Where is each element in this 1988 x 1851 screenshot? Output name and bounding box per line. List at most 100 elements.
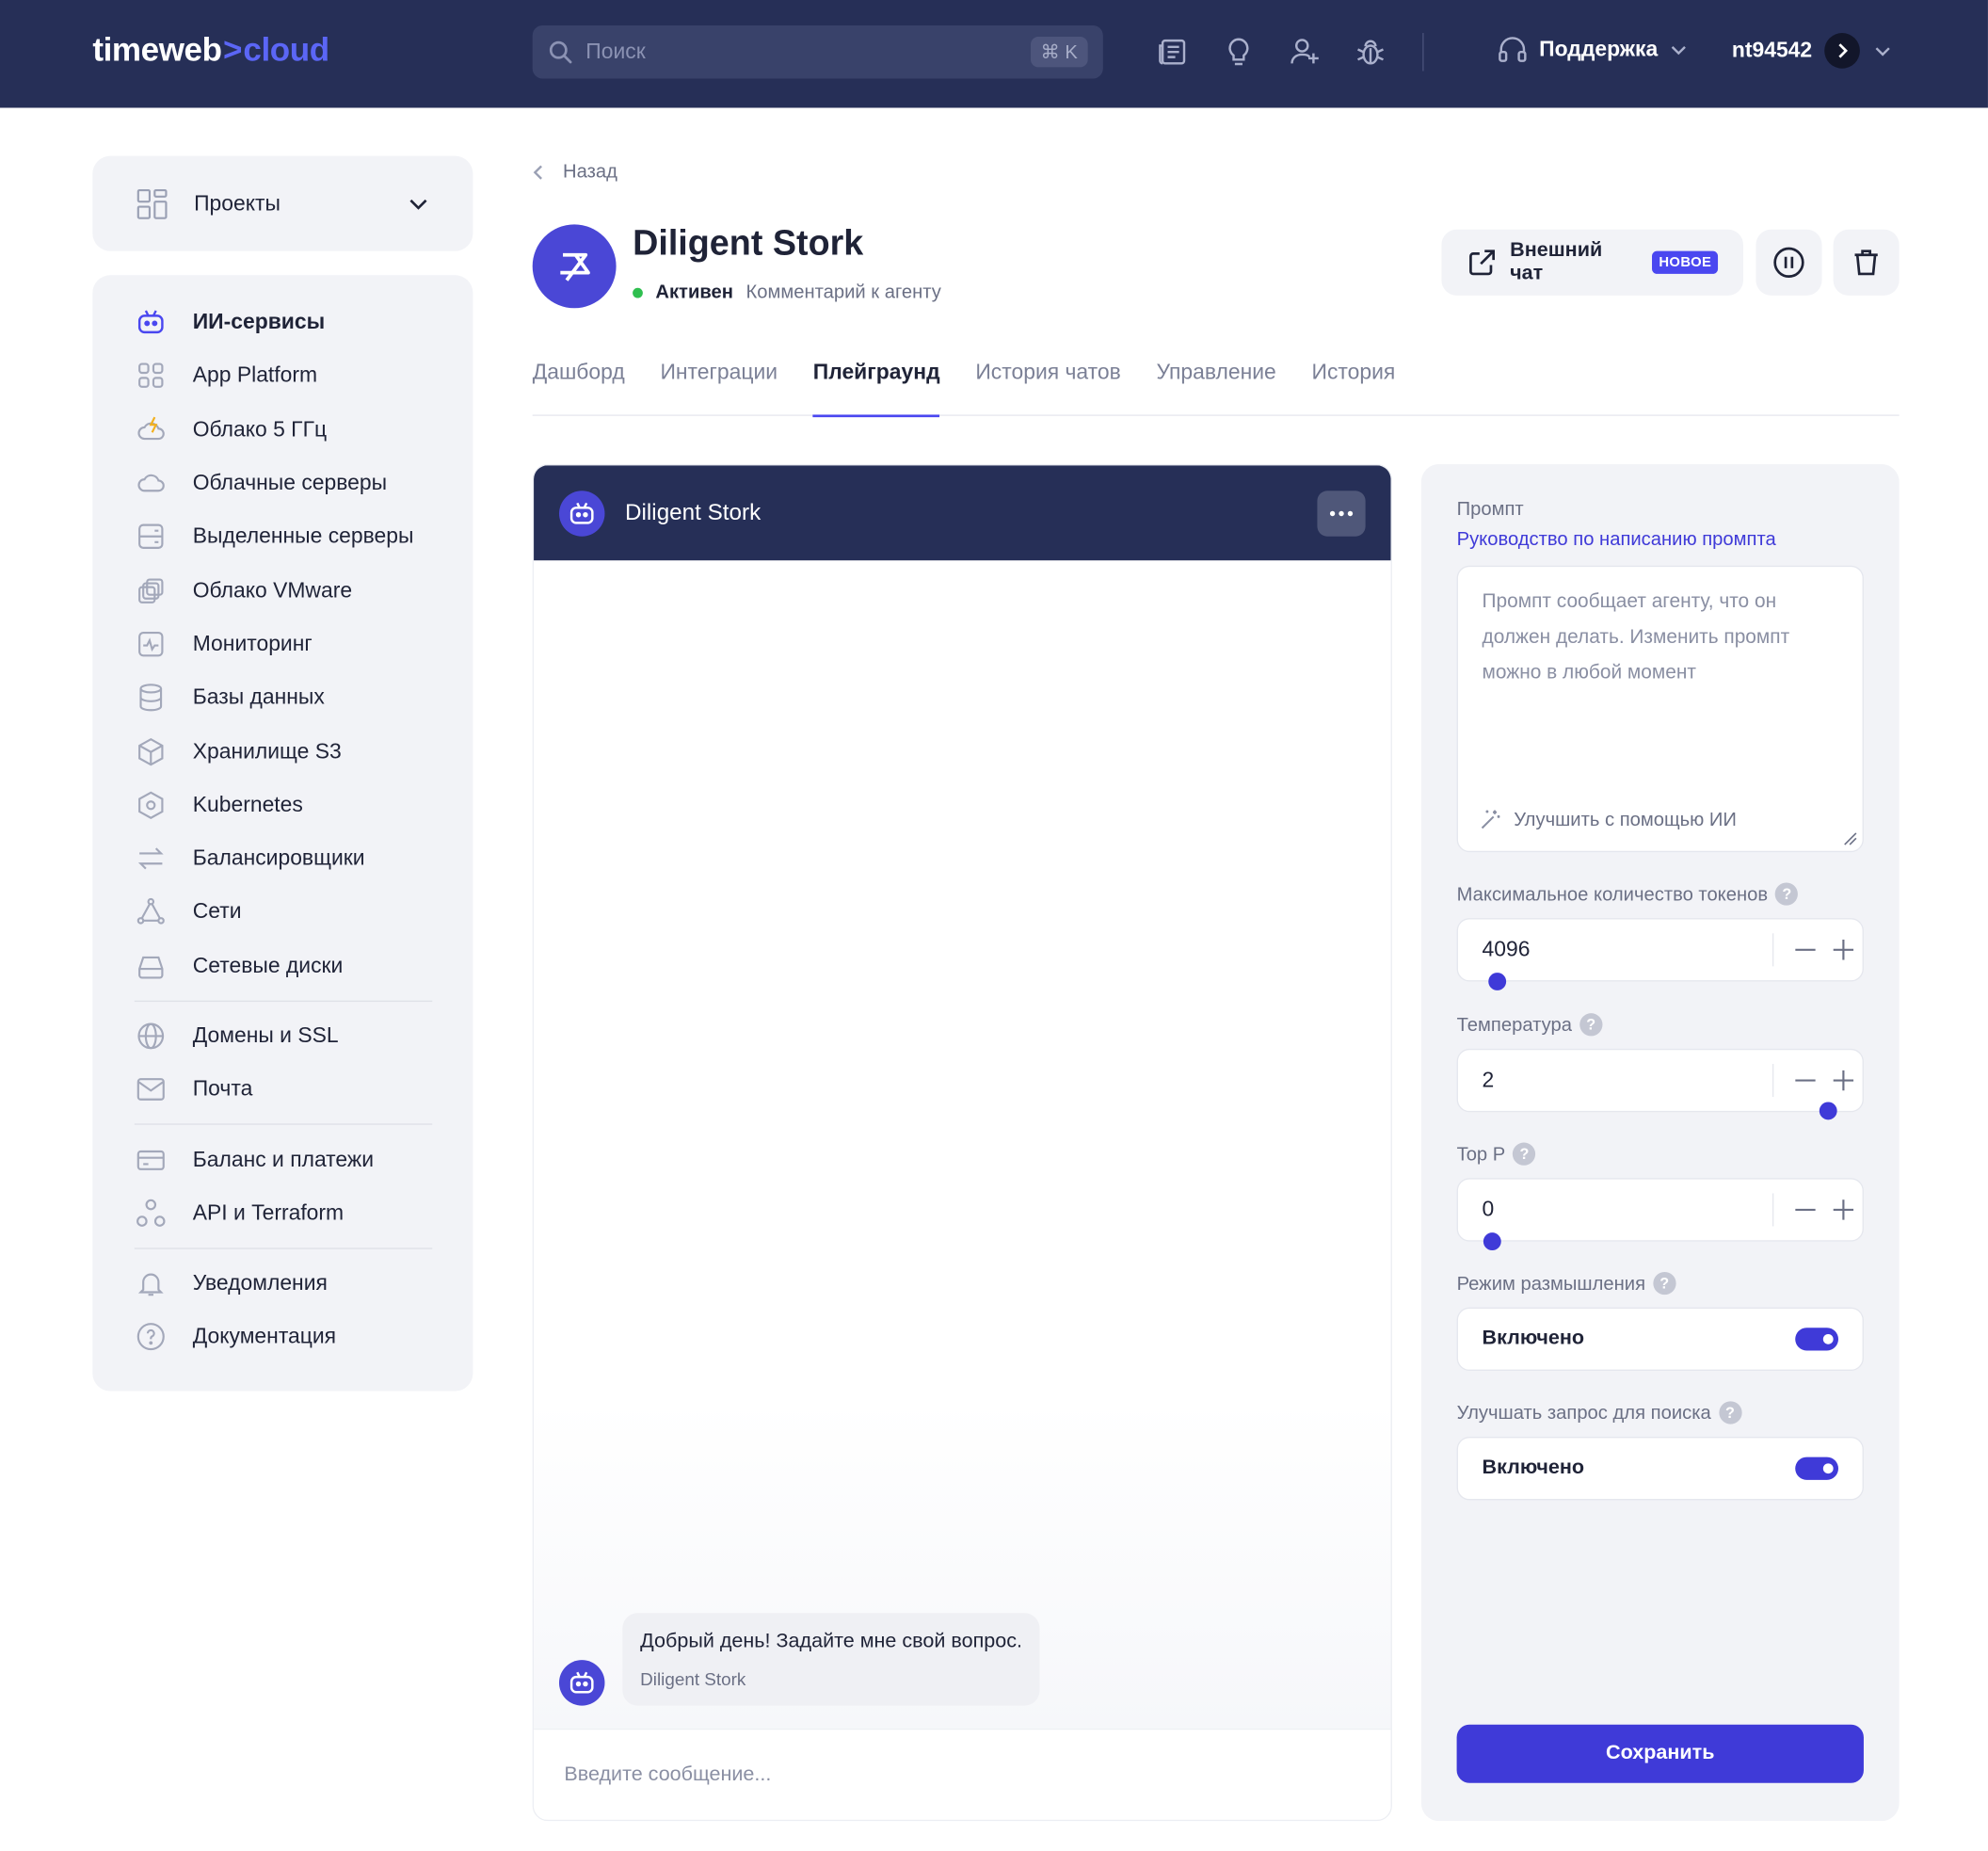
prompt-guide-link[interactable]: Руководство по написанию промпта (1457, 529, 1776, 551)
top-p-input[interactable] (1482, 1197, 1772, 1223)
cloud-icon (136, 468, 166, 498)
account-arrow-icon[interactable] (1824, 33, 1861, 69)
sidebar-item-cloud-servers[interactable]: Облачные серверы (92, 457, 473, 510)
top-navigation-bar: timeweb>cloud ⌘ K (0, 0, 1988, 108)
resize-handle-icon[interactable] (1842, 830, 1857, 845)
sidebar-item-ai-services[interactable]: ИИ-сервисы (92, 296, 473, 349)
sidebar-item-label: Домены и SSL (192, 1022, 339, 1048)
user-account-menu[interactable]: nt94542 (1732, 33, 1893, 69)
sidebar-item-label: API и Terraform (192, 1200, 345, 1225)
back-label: Назад (563, 161, 617, 183)
tab-management[interactable]: Управление (1156, 343, 1275, 416)
thinking-mode-field: Включено (1456, 1307, 1864, 1371)
search-input[interactable] (585, 39, 1031, 65)
thinking-mode-toggle[interactable] (1795, 1328, 1839, 1351)
thinking-mode-label: Режим размышления ? (1456, 1271, 1676, 1296)
slider-knob[interactable] (1488, 973, 1507, 990)
sidebar-item-cloud-5ghz[interactable]: Облако 5 ГГц (92, 403, 473, 457)
temperature-slider[interactable] (1498, 1102, 1837, 1120)
trash-icon (1850, 246, 1883, 279)
help-icon[interactable]: ? (1579, 1013, 1603, 1037)
robot-icon (136, 307, 166, 337)
mail-icon (136, 1074, 166, 1104)
help-icon[interactable]: ? (1653, 1271, 1676, 1296)
global-search[interactable]: ⌘ K (532, 24, 1103, 79)
decrement-button[interactable] (1787, 1191, 1824, 1229)
chat-input-bar (534, 1728, 1391, 1820)
increment-button[interactable] (1824, 1061, 1862, 1099)
delete-agent-button[interactable] (1833, 229, 1900, 296)
sidebar-item-vmware-cloud[interactable]: Облако VMware (92, 564, 473, 618)
max-tokens-label: Максимальное количество токенов ? (1456, 882, 1799, 906)
news-icon[interactable] (1154, 33, 1192, 71)
message-input[interactable] (564, 1762, 1361, 1787)
help-icon[interactable]: ? (1513, 1142, 1536, 1166)
search-icon (548, 40, 573, 65)
max-tokens-label-text: Максимальное количество токенов (1456, 883, 1769, 906)
sidebar-item-balancers[interactable]: Балансировщики (92, 832, 473, 886)
sidebar-item-dedicated-servers[interactable]: Выделенные серверы (92, 510, 473, 564)
timeweb-cloud-logo[interactable]: timeweb>cloud (92, 30, 329, 70)
improve-with-ai-button[interactable]: Улучшить с помощью ИИ (1480, 808, 1737, 830)
sidebar-item-networks[interactable]: Сети (92, 885, 473, 939)
help-icon[interactable]: ? (1775, 882, 1799, 906)
chevron-down-icon[interactable] (1873, 40, 1894, 61)
thinking-mode-label-text: Режим размышления (1456, 1272, 1646, 1295)
sidebar-item-kubernetes[interactable]: Kubernetes (92, 779, 473, 832)
temperature-input[interactable] (1482, 1068, 1772, 1094)
sidebar-item-databases[interactable]: Базы данных (92, 671, 473, 725)
increment-button[interactable] (1824, 931, 1862, 969)
sidebar-item-label: Облачные серверы (192, 470, 388, 495)
save-button[interactable]: Сохранить (1456, 1724, 1864, 1783)
external-chat-button[interactable]: Внешний чат НОВОЕ (1441, 229, 1743, 296)
agent-comment-link[interactable]: Комментарий к агенту (746, 282, 940, 303)
pause-agent-button[interactable] (1756, 229, 1822, 296)
magic-wand-icon (1480, 808, 1502, 830)
slider-knob[interactable] (1819, 1102, 1837, 1120)
max-tokens-input[interactable] (1482, 937, 1772, 963)
tab-history[interactable]: История (1312, 343, 1396, 416)
sidebar-item-app-platform[interactable]: App Platform (92, 349, 473, 403)
increment-button[interactable] (1824, 1191, 1862, 1229)
external-chat-label: Внешний чат (1510, 239, 1603, 284)
lightbulb-icon[interactable] (1220, 33, 1258, 71)
decrement-button[interactable] (1787, 1061, 1824, 1099)
balancer-icon (136, 844, 166, 874)
tab-dashboard[interactable]: Дашборд (533, 343, 625, 416)
tab-chat-history[interactable]: История чатов (975, 343, 1120, 416)
max-tokens-slider[interactable] (1488, 973, 1829, 990)
top-p-slider[interactable] (1483, 1232, 1828, 1251)
sidebar-item-label: Выделенные серверы (192, 523, 414, 549)
sidebar-item-label: Базы данных (192, 684, 325, 710)
topbar-icon-group (1154, 33, 1390, 71)
sidebar-item-monitoring[interactable]: Мониторинг (92, 618, 473, 671)
help-icon[interactable]: ? (1718, 1401, 1742, 1424)
sidebar-item-notifications[interactable]: Уведомления (92, 1257, 473, 1311)
sidebar-navigation: ИИ-сервисы App Platform Облако 5 ГГц Обл… (92, 275, 473, 1392)
sidebar-item-label: Мониторинг (192, 631, 313, 656)
sidebar-item-domains-ssl[interactable]: Домены и SSL (92, 1009, 473, 1063)
agent-title: Diligent Stork (633, 223, 864, 263)
prompt-textarea[interactable] (1457, 567, 1863, 783)
search-improve-toggle[interactable] (1795, 1457, 1839, 1480)
back-link[interactable]: Назад (533, 161, 617, 183)
top-p-label: Top P ? (1457, 1142, 1536, 1166)
support-menu[interactable]: Поддержка (1496, 33, 1688, 66)
sidebar-item-network-disks[interactable]: Сетевые диски (92, 939, 473, 992)
bug-icon[interactable] (1352, 33, 1389, 71)
sidebar-item-billing[interactable]: Баланс и платежи (92, 1133, 473, 1186)
tab-integrations[interactable]: Интеграции (660, 343, 778, 416)
sidebar-item-documentation[interactable]: Документация (92, 1311, 473, 1364)
new-badge: НОВОЕ (1652, 250, 1719, 274)
sidebar-item-mail[interactable]: Почта (92, 1063, 473, 1117)
chat-messages-area[interactable]: Добрый день! Задайте мне свой вопрос. Di… (534, 560, 1391, 1729)
projects-selector[interactable]: Проекты (92, 155, 473, 251)
chat-more-button[interactable] (1317, 490, 1366, 537)
sidebar-item-api-terraform[interactable]: API и Terraform (92, 1186, 473, 1240)
slider-knob[interactable] (1483, 1232, 1501, 1251)
sidebar-item-s3-storage[interactable]: Хранилище S3 (92, 725, 473, 779)
tab-playground[interactable]: Плейграунд (812, 343, 940, 418)
search-shortcut-hint: ⌘ K (1030, 37, 1088, 68)
add-user-icon[interactable] (1286, 33, 1323, 71)
decrement-button[interactable] (1787, 931, 1824, 969)
